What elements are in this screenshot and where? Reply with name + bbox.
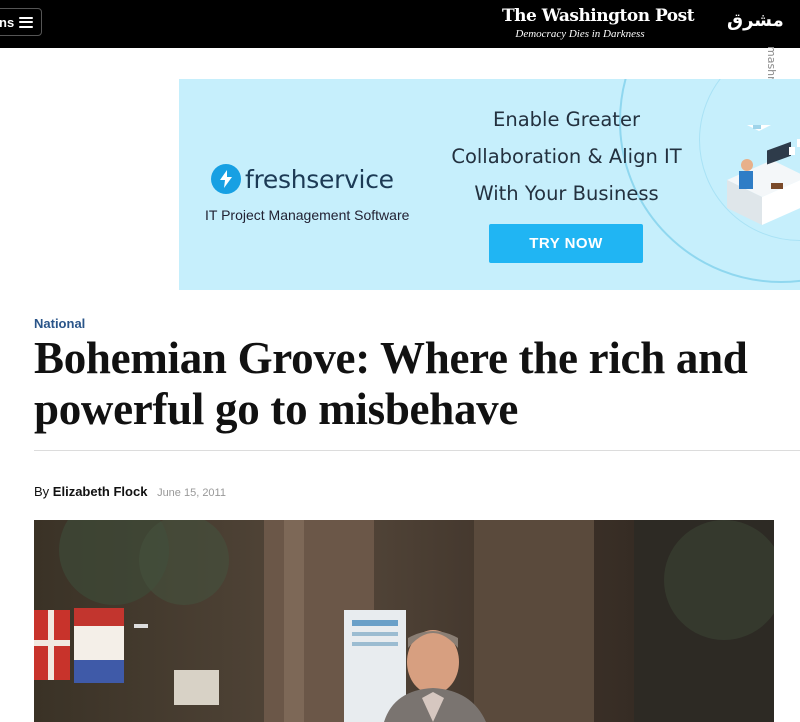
ad-headline: Enable Greater Collaboration & Align IT … [429, 101, 704, 212]
logo-name: The Washington Post [502, 6, 695, 26]
logo-tagline: Democracy Dies in Darkness [515, 28, 645, 40]
try-now-button[interactable]: TRY NOW [489, 224, 643, 263]
washington-post-logo[interactable]: The Washington Post Democracy Dies in Da… [502, 6, 695, 40]
ad-headline-line: Enable Greater [493, 108, 640, 131]
ad-banner[interactable]: freshservice IT Project Management Softw… [179, 79, 800, 290]
ad-brand-name: freshservice [245, 164, 394, 194]
hamburger-icon [19, 16, 34, 28]
publish-date: June 15, 2011 [157, 487, 226, 499]
author-link[interactable]: Elizabeth Flock [53, 484, 148, 499]
divider [34, 450, 800, 451]
byline: By Elizabeth Flock June 15, 2011 [34, 484, 226, 499]
article-headline: Bohemian Grove: Where the rich and power… [34, 333, 748, 434]
ad-headline-line: Collaboration & Align IT [451, 145, 682, 168]
partner-logo: مشرق [727, 10, 784, 31]
office-desk-illustration [727, 125, 800, 225]
ad-headline-line: With Your Business [474, 182, 659, 205]
ad-brand: freshservice [211, 164, 394, 194]
ad-brand-subtitle: IT Project Management Software [205, 207, 410, 223]
byline-prefix: By [34, 484, 50, 499]
top-navigation-bar: ns The Washington Post Democracy Dies in… [0, 0, 800, 48]
section-kicker[interactable]: National [34, 316, 85, 331]
lead-photo [34, 520, 774, 722]
lightning-bolt-icon [211, 164, 241, 194]
sections-menu-button[interactable]: ns [0, 8, 42, 36]
photo-illustration [34, 520, 774, 722]
sections-menu-label: ns [0, 14, 15, 30]
